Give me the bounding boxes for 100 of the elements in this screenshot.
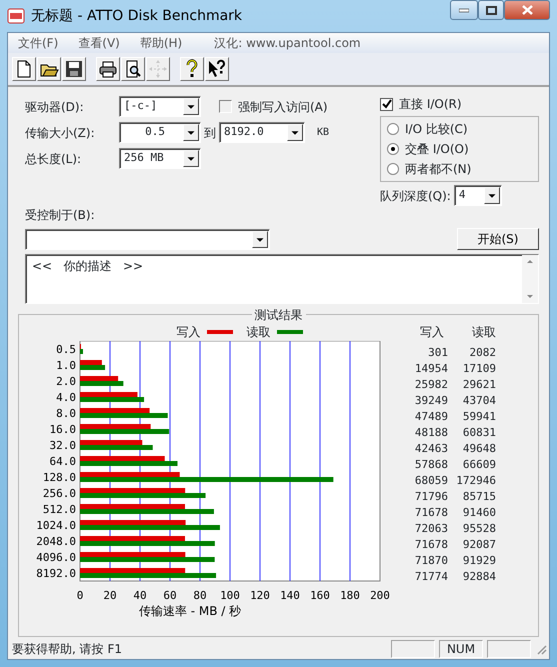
start-button[interactable]: 开始(S) [457, 228, 539, 250]
field-label: 队列深度(Q): [380, 188, 451, 204]
category-label: 256.0 [42, 487, 76, 500]
category-label: 1.0 [56, 359, 76, 372]
table-cell-text: 85715 [462, 489, 496, 505]
table-cell-text: 68059 [414, 473, 448, 489]
toolbar-button[interactable] [96, 57, 120, 81]
checkbox-label: 直接 I/O(R) [399, 96, 462, 113]
table-cell-text: 92884 [462, 569, 496, 585]
table-cell-text: 71774 [414, 569, 448, 585]
table-cell-text: 43704 [462, 393, 496, 409]
table-cell-text: 95528 [462, 521, 496, 537]
radio-button[interactable] [387, 163, 399, 175]
checkbox[interactable] [380, 98, 393, 110]
menu-item[interactable]: 查看(V) [68, 34, 130, 52]
category-label: 4096.0 [36, 551, 76, 564]
toolbar-button[interactable] [12, 57, 36, 81]
menu-item[interactable]: 帮助(H) [130, 34, 192, 52]
field-label: 驱动器(D): [25, 98, 85, 116]
category-label: 16.0 [50, 423, 76, 436]
maximize-icon [486, 6, 496, 14]
radio-button[interactable] [387, 123, 399, 135]
app-icon [7, 7, 25, 25]
controlled-by-dropdown[interactable] [25, 228, 270, 250]
minimize-button[interactable] [450, 0, 478, 20]
category-label: 2048.0 [36, 535, 76, 548]
menu-item[interactable]: 文件(F) [8, 34, 68, 52]
status-text: 要获得帮助, 请按 F1 [12, 641, 123, 658]
table-cell-text: 14954 [414, 361, 448, 377]
table-cell-text: 71678 [414, 537, 448, 553]
radio-button[interactable] [387, 143, 399, 155]
toolbar-button[interactable] [37, 57, 61, 81]
category-label: 2.0 [56, 375, 76, 388]
table-cell-text: 60831 [462, 425, 496, 441]
status-panel [487, 640, 531, 658]
table-cell-text: 301 [427, 345, 448, 361]
toolbar-button[interactable] [205, 57, 229, 81]
toolbar-button[interactable] [62, 57, 86, 81]
resize-grip-icon [535, 643, 547, 655]
table-cell-text: 42463 [414, 441, 448, 457]
table-cell-text: 47489 [414, 409, 448, 425]
field-label: 总长度(L): [25, 150, 82, 168]
table-cell-text: 59941 [462, 409, 496, 425]
tick-label: 80 [193, 589, 207, 602]
window-title: 无标题 - ATTO Disk Benchmark [31, 6, 244, 26]
table-cell-text: 49648 [462, 441, 496, 457]
axis-title: 传输速率 - MB / 秒 [138, 604, 242, 618]
caret-icon[interactable] [183, 98, 199, 115]
table-cell-text: 71678 [414, 505, 448, 521]
caret-icon[interactable] [287, 124, 303, 141]
checkbox-label: 强制写入访问(A) [238, 98, 328, 116]
caret-icon[interactable] [252, 230, 268, 248]
status-panel: NUM [439, 640, 483, 658]
tick-label: 140 [280, 589, 300, 602]
transfer-size-from-dropdown[interactable]: 0.5 [119, 122, 201, 143]
table-cell-text: 39249 [414, 393, 448, 409]
toolbar-button[interactable] [180, 57, 204, 81]
table-cell-text: 48188 [414, 425, 448, 441]
tick-label: 20 [103, 589, 117, 602]
category-label: 512.0 [42, 503, 76, 516]
category-label: 128.0 [42, 471, 76, 484]
toolbar-button[interactable] [121, 57, 145, 81]
table-cell-text: 66609 [462, 457, 496, 473]
transfer-size-to-dropdown[interactable]: 8192.0 [219, 122, 305, 143]
category-label: 0.5 [56, 343, 76, 356]
field-label: 受控制于(B): [25, 207, 96, 224]
tick-label: 60 [163, 589, 177, 602]
radio-label: I/O 比较(C) [405, 121, 468, 138]
close-icon [522, 5, 532, 15]
column-header: 写入 [419, 324, 444, 341]
table-cell-text: 25982 [414, 377, 448, 393]
tick-label: 120 [250, 589, 270, 602]
table-cell-text: 71870 [414, 553, 448, 569]
tick-label: 180 [340, 589, 360, 602]
caret-icon[interactable] [183, 124, 199, 141]
caret-icon[interactable] [183, 150, 199, 167]
table-cell-text: 72063 [414, 521, 448, 537]
printer-icon [98, 59, 118, 79]
check-icon [382, 99, 392, 109]
category-label: 8.0 [56, 407, 76, 420]
drive-dropdown[interactable]: [-c-] [119, 96, 201, 117]
column-header: 读取 [471, 324, 496, 341]
move-arrows-icon [148, 59, 168, 79]
close-button[interactable] [504, 0, 550, 20]
category-label: 64.0 [50, 455, 76, 468]
menu-item[interactable]: 汉化: www.upantool.com [204, 34, 371, 52]
table-cell-text: 172946 [455, 473, 496, 489]
table-cell-text: 92087 [462, 537, 496, 553]
maximize-button[interactable] [478, 0, 504, 20]
total-length-dropdown[interactable]: 256 MB [119, 148, 201, 169]
queue-depth-dropdown[interactable]: 4 [454, 185, 502, 206]
checkbox[interactable] [219, 100, 232, 113]
table-cell-text: 91460 [462, 505, 496, 521]
radio-label: 两者都不(N) [405, 161, 472, 178]
tick-label: 160 [310, 589, 330, 602]
table-cell-text: 57868 [414, 457, 448, 473]
unit-label: KB [317, 126, 330, 140]
caret-icon[interactable] [484, 187, 500, 204]
radio-label: 交叠 I/O(O) [405, 141, 469, 158]
minimize-icon [459, 7, 469, 13]
